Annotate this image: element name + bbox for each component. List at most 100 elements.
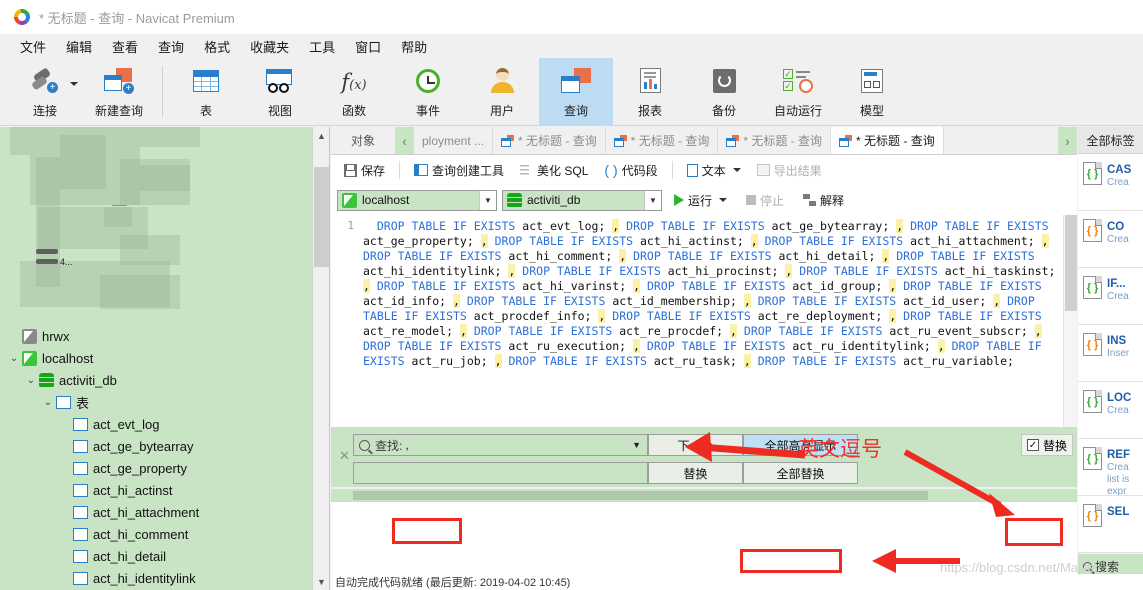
- ribbon-item-查询[interactable]: 查询: [539, 58, 613, 125]
- beautify-sql-button[interactable]: 美化 SQL: [513, 159, 595, 182]
- tree-item-act_hi_identitylink[interactable]: act_hi_identitylink: [0, 567, 313, 589]
- connection-select[interactable]: localhost ▼: [337, 189, 497, 211]
- snippet-item-REF[interactable]: { } REF Crea list is expr: [1078, 439, 1143, 496]
- snippet-item-SEL[interactable]: { } SEL: [1078, 496, 1143, 553]
- ribbon-item-表[interactable]: 表: [169, 58, 243, 125]
- tree-item-localhost[interactable]: ⌄ localhost: [0, 347, 313, 369]
- ribbon-item-新建查询[interactable]: + 新建查询: [82, 58, 156, 125]
- editor-tab-1[interactable]: * 无标题 - 查询: [493, 127, 606, 154]
- tree-item-hrwx[interactable]: hrwx: [0, 325, 313, 347]
- ribbon-item-自动运行[interactable]: ✓ ✓ 自动运行: [761, 58, 835, 125]
- tree-item-act_ge_bytearray[interactable]: act_ge_bytearray: [0, 435, 313, 457]
- chevron-down-icon[interactable]: [732, 168, 741, 172]
- chevron-down-icon[interactable]: ▼: [479, 190, 496, 210]
- tree-item-act_hi_actinst[interactable]: act_hi_actinst: [0, 479, 313, 501]
- chevron-down-icon[interactable]: ⌄: [40, 397, 56, 408]
- editor-tab-4[interactable]: * 无标题 - 查询: [831, 127, 944, 154]
- replace-input[interactable]: [353, 462, 648, 484]
- ribbon-item-视图[interactable]: 视图: [243, 58, 317, 125]
- table-folder-icon: [56, 395, 71, 409]
- tree-item-act_evt_log[interactable]: act_evt_log: [0, 413, 313, 435]
- menu-item-收藏夹[interactable]: 收藏夹: [240, 34, 299, 59]
- tree-item-act_hi_attachment[interactable]: act_hi_attachment: [0, 501, 313, 523]
- tree-item-表[interactable]: ⌄ 表: [0, 391, 313, 413]
- tree-item-act_hi_comment[interactable]: act_hi_comment: [0, 523, 313, 545]
- ribbon-item-连接[interactable]: + 连接: [8, 58, 82, 125]
- tree-item-act_ge_property[interactable]: act_ge_property: [0, 457, 313, 479]
- editor-tab-3[interactable]: * 无标题 - 查询: [718, 127, 832, 154]
- menu-item-帮助[interactable]: 帮助: [391, 34, 437, 59]
- chevron-down-icon[interactable]: ⌄: [6, 353, 22, 364]
- chevron-down-icon[interactable]: ⌄: [23, 375, 39, 386]
- snippet-item-IF...[interactable]: { } IF... Crea: [1078, 268, 1143, 325]
- replace-toggle[interactable]: ✓ 替换: [1021, 434, 1073, 456]
- stop-button[interactable]: 停止: [739, 189, 791, 212]
- sql-code-content[interactable]: DROP TABLE IF EXISTS act_evt_log; , DROP…: [359, 215, 1063, 427]
- dock-header[interactable]: 全部标签: [1078, 127, 1143, 154]
- scroll-up-icon[interactable]: ▲: [313, 127, 329, 144]
- chevron-down-icon-3[interactable]: [719, 198, 728, 202]
- export-result-button[interactable]: 导出结果: [750, 159, 829, 182]
- replace-button[interactable]: 替换: [648, 462, 743, 484]
- run-button[interactable]: 运行: [667, 189, 734, 212]
- scroll-down-icon[interactable]: ▼: [313, 573, 329, 590]
- ribbon-item-备份[interactable]: 备份: [687, 58, 761, 125]
- database-select[interactable]: activiti_db ▼: [502, 189, 662, 211]
- save-button[interactable]: 保存: [337, 159, 392, 182]
- editor-tab-label: * 无标题 - 查询: [630, 134, 710, 148]
- tree-item-label: act_hi_comment: [93, 526, 189, 542]
- explain-button[interactable]: 解释: [796, 189, 851, 212]
- text-view-button[interactable]: 文本: [680, 159, 748, 182]
- tab-scroll-left-icon[interactable]: ‹: [395, 127, 414, 154]
- sidebar-scrollbar[interactable]: ▲ ▼: [312, 127, 329, 590]
- new-query-icon: +: [104, 67, 134, 97]
- replace-all-button[interactable]: 全部替换: [743, 462, 858, 484]
- find-next-button[interactable]: 下一个: [648, 434, 743, 456]
- ribbon-item-模型[interactable]: 模型: [835, 58, 909, 125]
- hscroll-strip[interactable]: [331, 489, 1077, 502]
- snippet-item-CO[interactable]: { } CO Crea: [1078, 211, 1143, 268]
- tree-item-act_hi_detail[interactable]: act_hi_detail: [0, 545, 313, 567]
- tab-objects[interactable]: 对象: [331, 127, 395, 154]
- scrollbar-thumb[interactable]: [314, 167, 329, 267]
- ribbon-item-函数[interactable]: f(x) 函数: [317, 58, 391, 125]
- sql-token: act_ru_event_subscr;: [889, 324, 1028, 338]
- tab-scroll-right-icon[interactable]: ›: [1058, 127, 1077, 154]
- code-snippet-button[interactable]: ( ) 代码段: [597, 159, 664, 182]
- stop-icon: [746, 195, 757, 205]
- menu-item-编辑[interactable]: 编辑: [56, 34, 102, 59]
- snippet-item-INS[interactable]: { } INS Inser: [1078, 325, 1143, 382]
- query-tab-icon: [839, 134, 853, 147]
- ribbon-item-报表[interactable]: 报表: [613, 58, 687, 125]
- table-icon: [193, 69, 219, 95]
- editor-scrollbar-thumb[interactable]: [1065, 215, 1077, 311]
- ribbon-item-事件[interactable]: 事件: [391, 58, 465, 125]
- ribbon-item-用户[interactable]: 用户: [465, 58, 539, 125]
- snippet-item-LOC[interactable]: { } LOC Crea: [1078, 382, 1143, 439]
- chevron-down-icon[interactable]: ▼: [632, 440, 641, 450]
- find-input[interactable]: 查找: , ▼: [353, 434, 648, 456]
- tree-item-activiti_db[interactable]: ⌄ activiti_db: [0, 369, 313, 391]
- sql-editor[interactable]: 1 DROP TABLE IF EXISTS act_evt_log; , DR…: [331, 215, 1077, 427]
- sql-highlight-match: ,: [363, 279, 370, 293]
- chevron-down-icon[interactable]: [70, 82, 78, 86]
- save-label: 保存: [361, 163, 386, 178]
- menu-item-工具[interactable]: 工具: [299, 34, 345, 59]
- sql-token: act_id_info;: [363, 294, 447, 308]
- editor-tab-2[interactable]: * 无标题 - 查询: [605, 127, 719, 154]
- menu-item-窗口[interactable]: 窗口: [345, 34, 391, 59]
- menu-item-文件[interactable]: 文件: [10, 34, 56, 59]
- menu-item-格式[interactable]: 格式: [194, 34, 240, 59]
- hscroll-thumb[interactable]: [353, 491, 928, 500]
- editor-tab-0[interactable]: ployment ...: [414, 127, 494, 154]
- snippet-item-CAS[interactable]: { } CAS Crea: [1078, 154, 1143, 211]
- close-icon[interactable]: ✕: [339, 448, 350, 464]
- editor-scrollbar[interactable]: [1063, 215, 1077, 427]
- menu-item-查看[interactable]: 查看: [102, 34, 148, 59]
- replace-checkbox[interactable]: ✓: [1027, 439, 1039, 451]
- menu-item-查询[interactable]: 查询: [148, 34, 194, 59]
- chevron-down-icon-2[interactable]: ▼: [644, 190, 661, 210]
- query-builder-button[interactable]: 查询创建工具: [407, 159, 511, 182]
